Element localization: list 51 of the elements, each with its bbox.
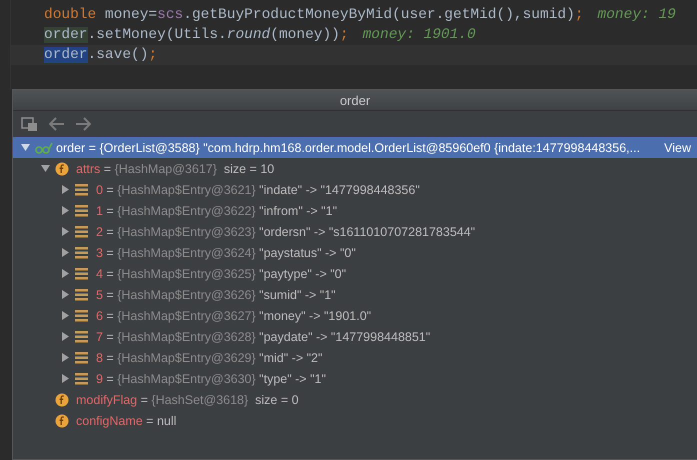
collapsed-triangle-icon[interactable]	[60, 248, 70, 257]
field-icon	[55, 162, 69, 176]
tree-node-text: 9 = {HashMap$Entry@3630} "type" -> "1"	[96, 372, 326, 386]
entry-icon	[75, 330, 88, 342]
tree-node-text: 1 = {HashMap$Entry@3622} "infrom" -> "1"	[96, 204, 338, 218]
back-arrow-icon[interactable]	[49, 117, 65, 131]
popup-title: order	[340, 92, 370, 108]
expanded-triangle-icon[interactable]	[20, 143, 30, 152]
entry-icon	[75, 288, 88, 300]
code-line: double money=scs.getBuyProductMoneyByMid(user.getMid(),sumid);	[44, 7, 584, 23]
inline-value-hint: money: 1901.0	[362, 27, 476, 43]
entry-icon	[75, 372, 88, 384]
entry-icon	[75, 310, 88, 322]
collapsed-triangle-icon[interactable]	[60, 206, 70, 215]
forward-arrow-icon[interactable]	[75, 117, 91, 131]
code-line: order.save();	[44, 47, 158, 63]
tree-node-text: 8 = {HashMap$Entry@3629} "mid" -> "2"	[96, 350, 322, 364]
code-line: order.setMoney(Utils.round(money));	[44, 27, 349, 43]
collapsed-triangle-icon[interactable]	[60, 311, 70, 320]
entry-icon	[75, 352, 88, 364]
collapsed-triangle-icon[interactable]	[60, 353, 70, 362]
selected-tree-row[interactable]: order = {OrderList@3588} "com.hdrp.hm168.order.model.OrderList@85960ef0 {indate:1477998448356,... View	[13, 137, 697, 158]
collapsed-triangle-icon[interactable]	[60, 332, 70, 341]
tree-node-text: 6 = {HashMap$Entry@3627} "money" -> "1901.0"	[96, 308, 372, 322]
expanded-triangle-icon[interactable]	[40, 164, 50, 173]
tree-node-text: attrs = {HashMap@3617} size = 10	[76, 162, 274, 176]
collapsed-triangle-icon[interactable]	[60, 269, 70, 278]
entry-icon	[75, 204, 88, 216]
tree-node-text: order = {OrderList@3588} "com.hdrp.hm168.order.model.OrderList@85960ef0 {indate:1477998448356,...	[56, 140, 640, 154]
entry-icon	[75, 268, 88, 280]
collapsed-triangle-icon[interactable]	[60, 290, 70, 299]
view-link[interactable]: View	[664, 140, 691, 154]
window-icon[interactable]	[21, 116, 39, 132]
tree-node-text: 5 = {HashMap$Entry@3626} "sumid" -> "1"	[96, 288, 336, 302]
field-icon	[55, 414, 69, 428]
tree-node-text: configName = null	[76, 414, 176, 428]
entry-icon	[75, 184, 88, 196]
tree-node-text: 0 = {HashMap$Entry@3621} "indate" -> "1477998448356"	[96, 182, 420, 196]
entry-icon	[75, 226, 88, 238]
tree-node-text: 7 = {HashMap$Entry@3628} "paydate" -> "1477998448851"	[96, 330, 430, 344]
collapsed-triangle-icon[interactable]	[60, 374, 70, 383]
tree-node-text: 2 = {HashMap$Entry@3623} "ordersn" -> "s1611010707281783544"	[96, 224, 476, 238]
tree-node-text: modifyFlag = {HashSet@3618} size = 0	[76, 392, 299, 406]
entry-icon	[75, 246, 88, 258]
field-icon	[55, 392, 69, 406]
tree-node-text: 4 = {HashMap$Entry@3625} "paytype" -> "0"	[96, 266, 346, 280]
inline-value-hint: money: 19	[598, 7, 676, 23]
collapsed-triangle-icon[interactable]	[60, 185, 70, 194]
tree-node-text: 3 = {HashMap$Entry@3624} "paystatus" -> "0"	[96, 246, 356, 260]
collapsed-triangle-icon[interactable]	[60, 227, 70, 236]
glasses-icon	[35, 142, 53, 154]
